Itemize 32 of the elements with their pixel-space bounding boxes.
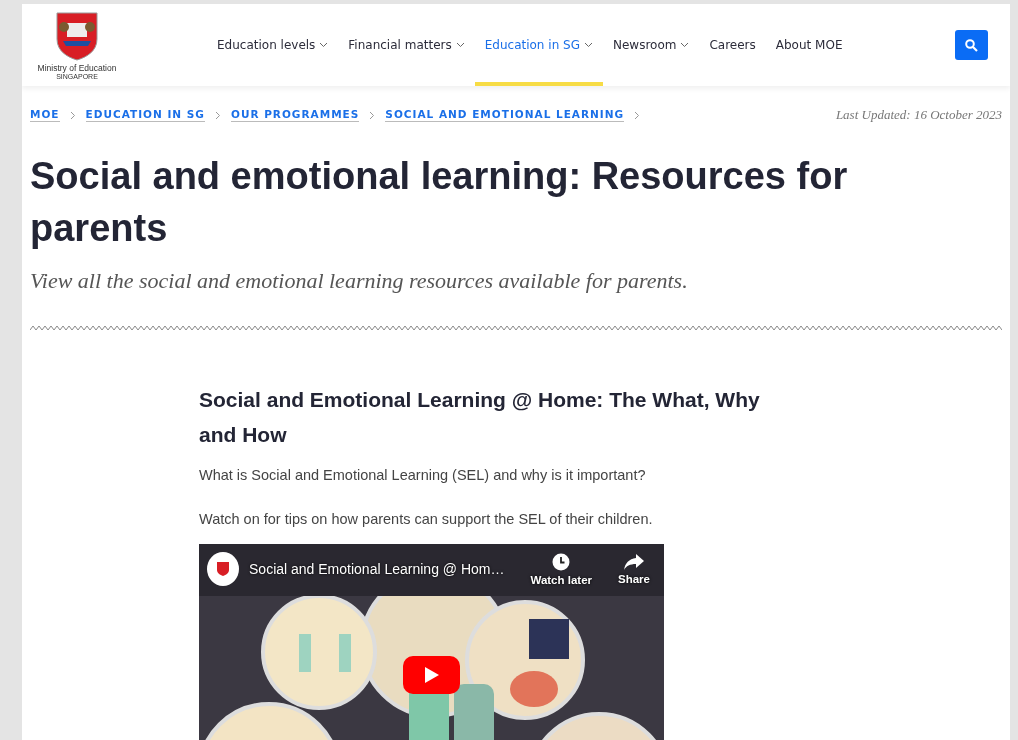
watch-later-button[interactable]: Watch later (530, 552, 593, 586)
chevron-right-icon (214, 110, 221, 120)
share-button[interactable]: Share (618, 553, 650, 585)
breadcrumb-link[interactable]: EDUCATION IN SG (85, 108, 205, 122)
nav-link[interactable]: Education in SG (474, 4, 603, 86)
chevron-right-icon (69, 110, 76, 120)
nav-link[interactable]: About MOE (765, 4, 853, 86)
breadcrumb-link[interactable]: SOCIAL AND EMOTIONAL LEARNING (385, 108, 625, 122)
page-title: Social and emotional learning: Resources for parents (30, 154, 849, 251)
last-updated: Last Updated: 16 October 2023 (835, 107, 1002, 123)
nav-link[interactable]: Education levels (207, 4, 339, 86)
clock-icon (552, 552, 571, 571)
play-icon (424, 667, 439, 683)
paragraph: Watch on for tips on how parents can support the SEL of their children. (199, 510, 654, 528)
chevron-right-icon (634, 110, 641, 120)
nav-link[interactable]: Newsroom (602, 4, 700, 86)
share-arrow-icon (624, 553, 644, 570)
logo-name: Ministry of Education (37, 62, 117, 73)
search-icon (965, 38, 978, 52)
section-heading: Social and Emotional Learning @ Home: The What, Why and How (199, 387, 761, 448)
video-title[interactable]: Social and Emotional Learning @ Hom… (249, 561, 505, 577)
paragraph: What is Social and Emotional Learning (SEL) and why is it important? (199, 466, 647, 484)
crest-logo (216, 561, 230, 577)
search-button[interactable] (955, 30, 988, 60)
breadcrumb-link[interactable]: MOE (30, 108, 60, 122)
chevron-right-icon (369, 110, 376, 120)
crest-logo (55, 10, 99, 61)
play-button[interactable] (403, 656, 460, 694)
page-subtitle: View all the social and emotional learning resources available for parents. (30, 268, 689, 294)
nav-link[interactable]: Careers (699, 4, 766, 86)
nav-link[interactable]: Financial matters (338, 4, 475, 86)
breadcrumb-link[interactable]: OUR PROGRAMMES (230, 108, 360, 122)
